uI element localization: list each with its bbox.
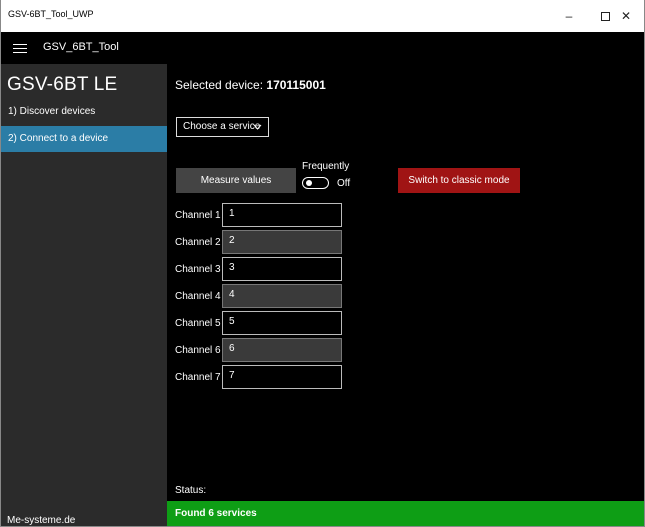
channel-1-field[interactable]: 1: [222, 203, 342, 227]
channel-row: Channel 4 4: [175, 284, 345, 308]
frequently-label: Frequently: [302, 161, 350, 172]
channel-label: Channel 4: [175, 291, 221, 302]
channel-row: Channel 6 6: [175, 338, 345, 362]
close-icon: ✕: [620, 9, 632, 23]
sidebar-footer-link[interactable]: Me-systeme.de: [7, 515, 75, 526]
channel-row: Channel 2 2: [175, 230, 345, 254]
sidebar-heading: GSV-6BT LE: [7, 74, 118, 95]
channel-label: Channel 1: [175, 210, 221, 221]
app-header: GSV_6BT_Tool: [1, 32, 644, 64]
frequently-toggle[interactable]: [302, 177, 329, 189]
channel-label: Channel 5: [175, 318, 221, 329]
app-name: GSV_6BT_Tool: [43, 41, 119, 53]
channel-row: Channel 3 3: [175, 257, 345, 281]
channel-row: Channel 7 7: [175, 365, 345, 389]
channel-label: Channel 7: [175, 372, 221, 383]
service-dropdown-label: Choose a service: [183, 121, 261, 132]
chevron-down-icon: [253, 118, 262, 142]
channel-2-field[interactable]: 2: [222, 230, 342, 254]
channel-label: Channel 2: [175, 237, 221, 248]
selected-device-value: 170115001: [266, 78, 326, 92]
title-bar: GSV-6BT_Tool_UWP – ✕: [1, 0, 644, 32]
hamburger-icon[interactable]: [13, 41, 27, 55]
app-window: GSV-6BT_Tool_UWP – ✕ GSV_6BT_Tool GSV-6B…: [0, 0, 645, 527]
channel-4-field[interactable]: 4: [222, 284, 342, 308]
channel-5-field[interactable]: 5: [222, 311, 342, 335]
channel-label: Channel 3: [175, 264, 221, 275]
window-title: GSV-6BT_Tool_UWP: [8, 9, 94, 19]
service-dropdown[interactable]: Choose a service: [176, 117, 269, 137]
sidebar-item-connect-device[interactable]: 2) Connect to a device: [1, 126, 167, 152]
selected-device: Selected device: 170115001: [175, 78, 326, 92]
sidebar: GSV-6BT LE 1) Discover devices 2) Connec…: [1, 64, 167, 526]
minimize-button[interactable]: –: [551, 0, 587, 32]
toggle-knob: [306, 180, 312, 186]
minimize-icon: –: [565, 9, 573, 23]
channel-row: Channel 5 5: [175, 311, 345, 335]
channel-3-field[interactable]: 3: [222, 257, 342, 281]
status-bar: Found 6 services: [167, 501, 644, 526]
sidebar-item-discover-devices[interactable]: 1) Discover devices: [1, 99, 167, 125]
measure-values-button[interactable]: Measure values: [176, 168, 296, 193]
channel-label: Channel 6: [175, 345, 221, 356]
toggle-state-label: Off: [337, 178, 351, 189]
channel-6-field[interactable]: 6: [222, 338, 342, 362]
switch-classic-mode-button[interactable]: Switch to classic mode: [398, 168, 520, 193]
status-label: Status:: [175, 485, 207, 496]
channel-row: Channel 1 1: [175, 203, 345, 227]
channel-7-field[interactable]: 7: [222, 365, 342, 389]
main-panel: Selected device: 170115001 Choose a serv…: [167, 64, 644, 526]
selected-device-label: Selected device:: [175, 78, 267, 92]
close-button[interactable]: ✕: [608, 0, 644, 32]
